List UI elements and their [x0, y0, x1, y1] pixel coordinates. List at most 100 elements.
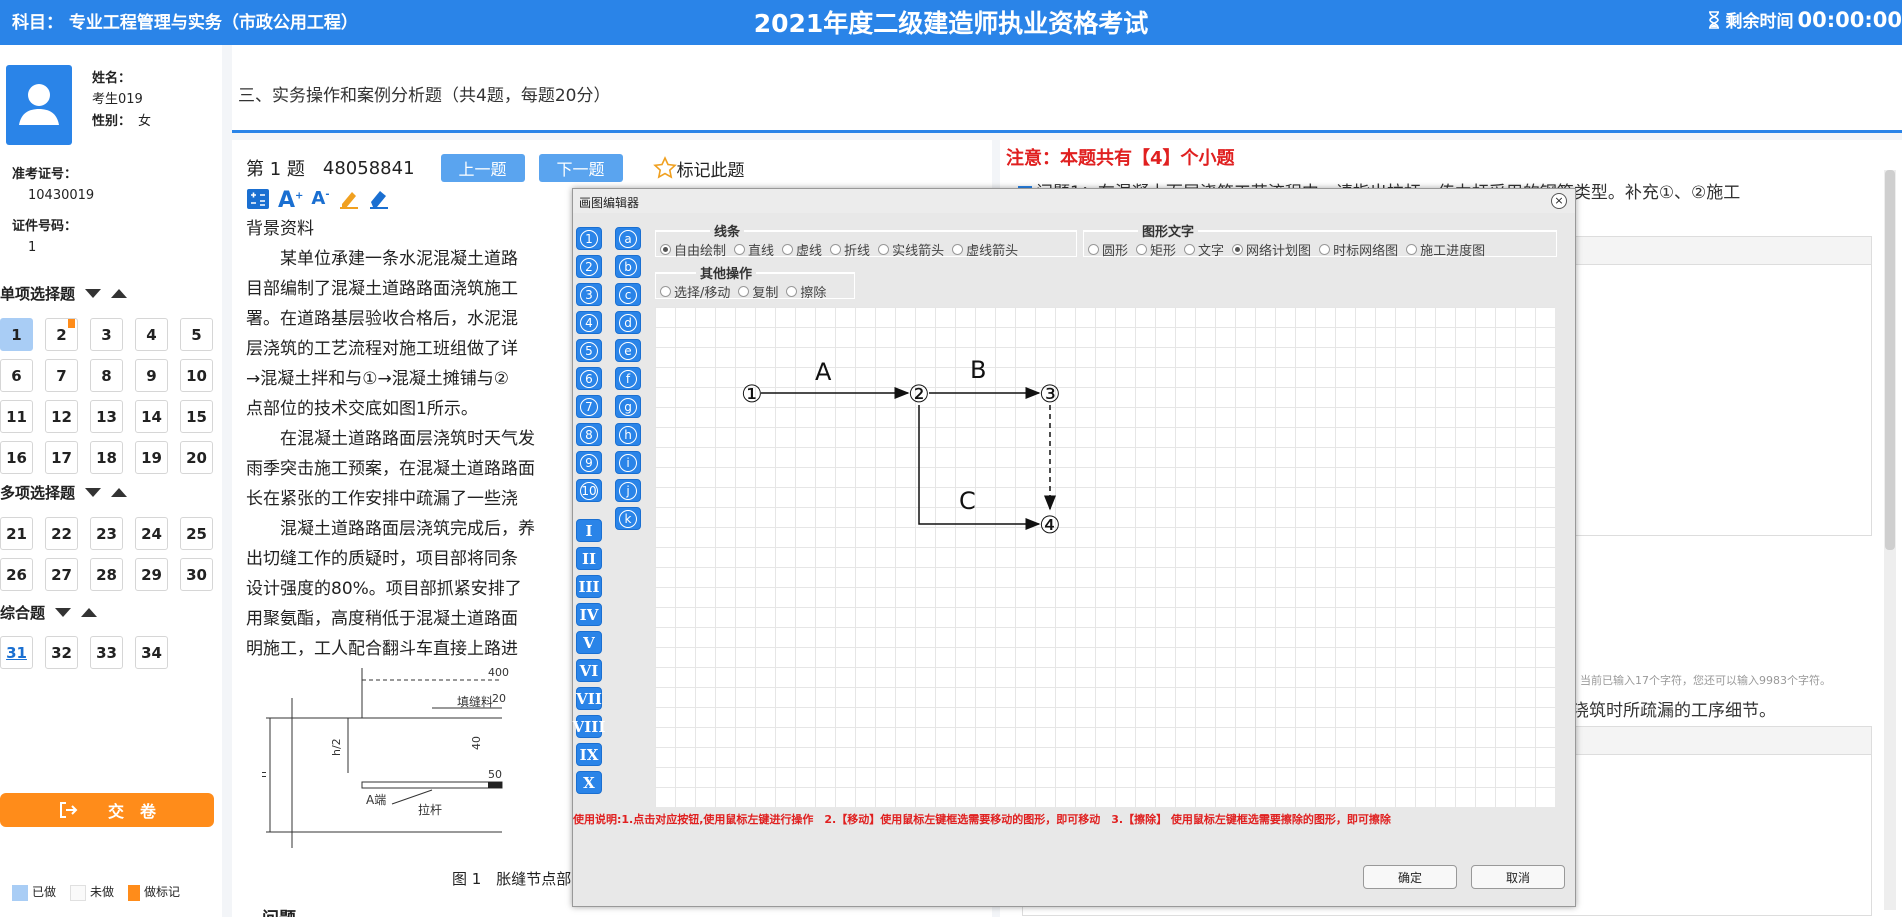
- question-nav-button[interactable]: 4: [135, 318, 168, 351]
- tool-option[interactable]: 自由绘制: [660, 240, 726, 259]
- insert-symbol-button[interactable]: 2: [576, 255, 602, 278]
- tool-option[interactable]: 圆形: [1088, 240, 1128, 259]
- insert-symbol-button[interactable]: 1: [576, 227, 602, 250]
- radio-icon[interactable]: [660, 244, 671, 255]
- drawing-canvas[interactable]: ① ② ③ ④ A B C: [655, 307, 1555, 807]
- prev-question-button[interactable]: 上一题: [440, 154, 525, 182]
- insert-symbol-button[interactable]: VII: [576, 687, 602, 710]
- eraser-icon[interactable]: [368, 188, 390, 210]
- radio-icon[interactable]: [1184, 244, 1196, 255]
- insert-symbol-button[interactable]: 5: [576, 339, 602, 362]
- question-nav-button[interactable]: 9: [135, 359, 168, 392]
- mark-question-button[interactable]: 标记此题: [652, 156, 745, 181]
- tool-option[interactable]: 实线箭头: [878, 240, 944, 259]
- question-nav-button[interactable]: 8: [90, 359, 123, 392]
- radio-icon[interactable]: [1319, 244, 1331, 255]
- tool-option[interactable]: 施工进度图: [1406, 240, 1485, 259]
- insert-symbol-button[interactable]: 8: [576, 423, 602, 446]
- insert-symbol-button[interactable]: g: [615, 395, 641, 418]
- insert-symbol-button[interactable]: 6: [576, 367, 602, 390]
- question-nav-button[interactable]: 7: [45, 359, 78, 392]
- question-nav-button[interactable]: 15: [180, 400, 213, 433]
- tool-option[interactable]: 折线: [830, 240, 870, 259]
- close-icon[interactable]: ×: [1551, 193, 1567, 209]
- radio-icon[interactable]: [1232, 244, 1244, 255]
- font-increase-icon[interactable]: A+: [278, 188, 303, 213]
- insert-symbol-button[interactable]: II: [576, 547, 602, 570]
- tool-option[interactable]: 文字: [1184, 240, 1224, 259]
- calculator-icon[interactable]: [246, 188, 270, 210]
- question-nav-button[interactable]: 10: [180, 359, 213, 392]
- question-nav-button[interactable]: 28: [90, 558, 123, 591]
- collapse-up-icon[interactable]: [81, 608, 98, 617]
- question-nav-button[interactable]: 29: [135, 558, 168, 591]
- insert-symbol-button[interactable]: f: [615, 367, 641, 390]
- insert-symbol-button[interactable]: X: [576, 771, 602, 794]
- question-nav-button[interactable]: 18: [90, 441, 123, 474]
- insert-symbol-button[interactable]: 10: [576, 479, 602, 502]
- question-nav-button[interactable]: 33: [90, 636, 123, 669]
- question-nav-button[interactable]: 1: [0, 318, 33, 351]
- question-nav-button[interactable]: 6: [0, 359, 33, 392]
- question-nav-button[interactable]: 24: [135, 517, 168, 550]
- collapse-up-icon[interactable]: [111, 488, 128, 497]
- insert-symbol-button[interactable]: k: [615, 507, 641, 530]
- insert-symbol-button[interactable]: V: [576, 631, 602, 654]
- cancel-button[interactable]: 取消: [1471, 865, 1565, 889]
- insert-symbol-button[interactable]: VIII: [573, 715, 605, 738]
- submit-button[interactable]: 交 卷: [0, 793, 214, 827]
- tool-option[interactable]: 擦除: [786, 282, 826, 301]
- question-nav-button[interactable]: 5: [180, 318, 213, 351]
- font-decrease-icon[interactable]: A-: [311, 188, 329, 213]
- insert-symbol-button[interactable]: 4: [576, 311, 602, 334]
- question-nav-button[interactable]: 16: [0, 441, 33, 474]
- question-nav-button[interactable]: 21: [0, 517, 33, 550]
- multi-section-header[interactable]: 多项选择题: [0, 482, 128, 503]
- insert-symbol-button[interactable]: IV: [576, 603, 602, 626]
- radio-icon[interactable]: [878, 244, 890, 255]
- insert-symbol-button[interactable]: VI: [576, 659, 602, 682]
- question-nav-button[interactable]: 26: [0, 558, 33, 591]
- radio-icon[interactable]: [782, 244, 794, 255]
- insert-symbol-button[interactable]: c: [615, 283, 641, 306]
- radio-icon[interactable]: [660, 286, 671, 297]
- question-nav-button[interactable]: 27: [45, 558, 78, 591]
- question-nav-button[interactable]: 23: [90, 517, 123, 550]
- question-nav-button[interactable]: 13: [90, 400, 123, 433]
- tool-option[interactable]: 选择/移动: [660, 282, 730, 301]
- insert-symbol-button[interactable]: I: [576, 519, 602, 542]
- collapse-down-icon[interactable]: [55, 608, 72, 617]
- scrollbar-thumb[interactable]: [1885, 170, 1895, 550]
- insert-symbol-button[interactable]: d: [615, 311, 641, 334]
- question-nav-button[interactable]: 22: [45, 517, 78, 550]
- tool-option[interactable]: 复制: [738, 282, 778, 301]
- insert-symbol-button[interactable]: h: [615, 423, 641, 446]
- ok-button[interactable]: 确定: [1363, 865, 1457, 889]
- insert-symbol-button[interactable]: i: [615, 451, 641, 474]
- insert-symbol-button[interactable]: 7: [576, 395, 602, 418]
- question-nav-button[interactable]: 19: [135, 441, 168, 474]
- insert-symbol-button[interactable]: j: [615, 479, 641, 502]
- insert-symbol-button[interactable]: b: [615, 255, 641, 278]
- collapse-up-icon[interactable]: [111, 289, 128, 298]
- question-nav-button[interactable]: 17: [45, 441, 78, 474]
- highlighter-icon[interactable]: [338, 188, 360, 210]
- tool-option[interactable]: 直线: [734, 240, 774, 259]
- question-nav-button[interactable]: 32: [45, 636, 78, 669]
- question-nav-button[interactable]: 3: [90, 318, 123, 351]
- question-nav-button[interactable]: 25: [180, 517, 213, 550]
- question-nav-button[interactable]: 12: [45, 400, 78, 433]
- answer-scrollbar[interactable]: [1884, 170, 1896, 910]
- single-section-header[interactable]: 单项选择题: [0, 283, 128, 304]
- radio-icon[interactable]: [830, 244, 842, 255]
- tool-option[interactable]: 矩形: [1136, 240, 1176, 259]
- radio-icon[interactable]: [1088, 244, 1099, 255]
- tool-option[interactable]: 网络计划图: [1232, 240, 1311, 259]
- insert-symbol-button[interactable]: III: [576, 575, 602, 598]
- next-question-button[interactable]: 下一题: [538, 154, 623, 182]
- question-nav-button[interactable]: 2: [45, 318, 78, 351]
- question-nav-button[interactable]: 11: [0, 400, 33, 433]
- insert-symbol-button[interactable]: e: [615, 339, 641, 362]
- question-nav-button[interactable]: 20: [180, 441, 213, 474]
- radio-icon[interactable]: [734, 244, 746, 255]
